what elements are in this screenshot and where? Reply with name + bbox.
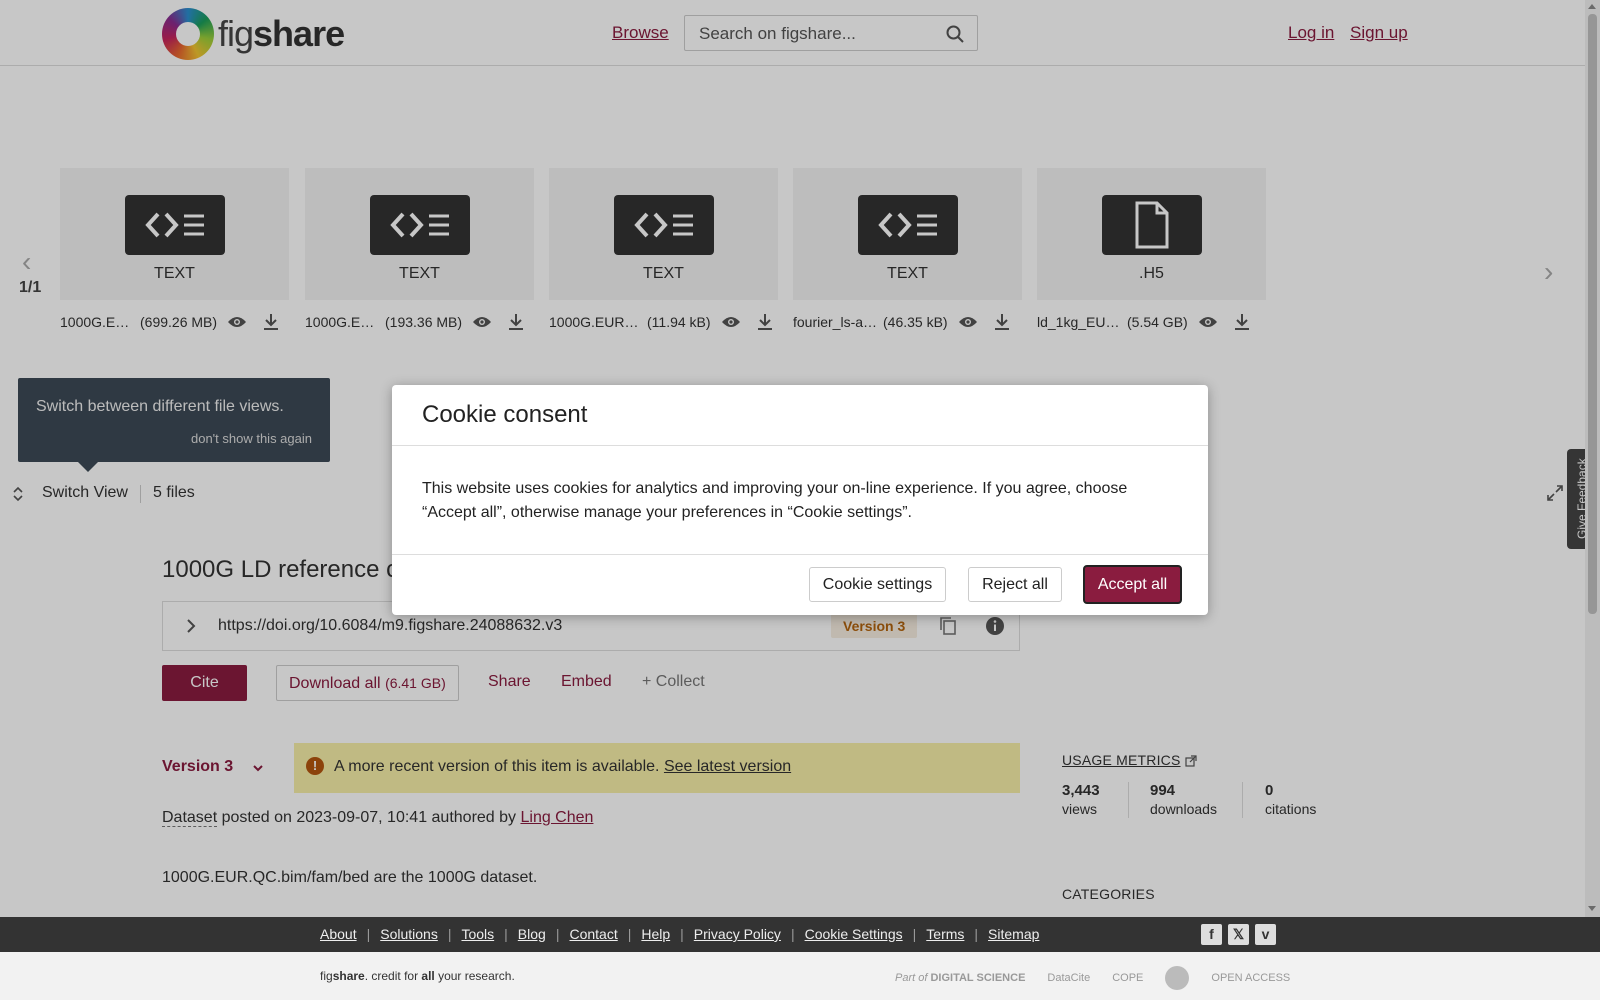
separator: | <box>366 926 371 942</box>
separator: | <box>447 926 452 942</box>
open-access-logo[interactable]: OPEN ACCESS <box>1211 972 1290 984</box>
digital-science-name: DIGITAL SCIENCE <box>930 972 1026 984</box>
digital-science-logo[interactable]: Part of DIGITAL SCIENCE <box>895 972 1025 984</box>
footer-link-tools[interactable]: Tools <box>461 926 494 942</box>
separator: | <box>974 926 979 942</box>
footer-nav: About | Solutions | Tools | Blog | Contact | … <box>0 917 1600 952</box>
divider <box>392 554 1208 555</box>
vimeo-icon[interactable]: v <box>1255 924 1276 945</box>
separator: | <box>680 926 684 942</box>
footer-link-blog[interactable]: Blog <box>518 926 546 942</box>
separator: | <box>504 926 508 942</box>
facebook-icon[interactable]: f <box>1201 924 1222 945</box>
divider <box>392 445 1208 446</box>
cookie-dialog-body: This website uses cookies for analytics … <box>422 480 1128 521</box>
digital-science-prefix: Part of <box>895 972 928 984</box>
social-links: f 𝕏 v <box>1201 924 1276 945</box>
separator: | <box>627 926 632 942</box>
separator: | <box>555 926 560 942</box>
tagline-text-1: . credit for <box>364 969 422 983</box>
cookie-settings-button[interactable]: Cookie settings <box>809 567 946 602</box>
reject-all-button[interactable]: Reject all <box>968 567 1062 602</box>
separator: | <box>790 926 795 942</box>
footer-link-cookie-settings[interactable]: Cookie Settings <box>805 926 903 942</box>
footer-link-help[interactable]: Help <box>641 926 670 942</box>
footer-links: About | Solutions | Tools | Blog | Contact | … <box>320 926 1039 942</box>
cookie-dialog-title: Cookie consent <box>422 401 588 428</box>
x-twitter-icon[interactable]: 𝕏 <box>1228 924 1249 945</box>
datacite-logo[interactable]: DataCite <box>1047 972 1090 984</box>
accept-all-button[interactable]: Accept all <box>1083 565 1182 604</box>
partner-seal-icon[interactable] <box>1165 966 1190 990</box>
footer-link-solutions[interactable]: Solutions <box>380 926 438 942</box>
tagline-all: all <box>421 969 435 983</box>
cope-logo[interactable]: COPE <box>1112 972 1143 984</box>
tagline-fig: fig <box>320 969 333 983</box>
footer-link-about[interactable]: About <box>320 926 357 942</box>
separator: | <box>912 926 917 942</box>
footer-link-terms[interactable]: Terms <box>926 926 964 942</box>
tagline-text-2: your research. <box>434 969 515 983</box>
partner-logos: Part of DIGITAL SCIENCE DataCite COPE OP… <box>895 966 1290 990</box>
footer-bottom: figshare. credit for all your research. … <box>0 952 1600 1000</box>
footer-link-privacy-policy[interactable]: Privacy Policy <box>694 926 781 942</box>
footer-tagline: figshare. credit for all your research. <box>320 969 515 983</box>
footer-link-sitemap[interactable]: Sitemap <box>988 926 1039 942</box>
footer-link-contact[interactable]: Contact <box>569 926 617 942</box>
cookie-consent-dialog: Cookie consent This website uses cookies… <box>392 385 1208 615</box>
tagline-share: share <box>332 969 365 983</box>
